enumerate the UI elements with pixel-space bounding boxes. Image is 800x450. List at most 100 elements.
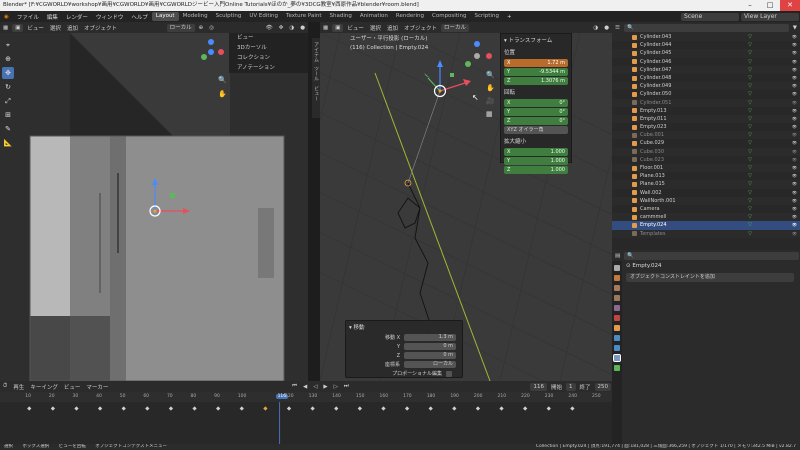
outliner-row[interactable]: WallNorth.001 ▽ 👁: [612, 196, 800, 205]
scene-selector[interactable]: Scene: [681, 12, 739, 21]
outliner-row[interactable]: Cube.030 ▽ 👁: [612, 147, 800, 156]
overlay-menu-collection[interactable]: コレクション: [229, 53, 308, 63]
keyframe-diamond[interactable]: [50, 406, 55, 411]
pan-hand-icon[interactable]: ✋: [218, 87, 227, 101]
add-workspace-icon[interactable]: +: [503, 14, 516, 20]
outliner-editor-icon[interactable]: ☰: [612, 25, 623, 31]
outliner-row[interactable]: Cylinder.051 ▽ 👁: [612, 98, 800, 107]
menu-render[interactable]: レンダー: [62, 13, 92, 21]
workspace-tab-texture-paint[interactable]: Texture Paint: [282, 12, 326, 21]
workspace-tab-animation[interactable]: Animation: [356, 12, 392, 21]
keyframe-diamond[interactable]: [523, 406, 528, 411]
right-overlay-icon[interactable]: ◑: [590, 25, 601, 31]
visibility-eye-icon[interactable]: 👁: [792, 82, 797, 90]
visibility-eye-icon[interactable]: 👁: [792, 66, 797, 74]
mode-selector[interactable]: ▣: [12, 23, 24, 32]
jump-end-icon[interactable]: ⏭: [341, 383, 352, 390]
outliner-row[interactable]: Cylinder.050 ▽ 👁: [612, 90, 800, 98]
right-transform-orientation[interactable]: ローカル: [440, 23, 469, 32]
right-mode-selector[interactable]: ▣: [332, 23, 344, 32]
grid-view-icon[interactable]: ▦: [486, 108, 495, 121]
right-add-menu[interactable]: 追加: [384, 24, 401, 32]
outliner-row[interactable]: Cylinder.049 ▽ 👁: [612, 82, 800, 91]
operator-title[interactable]: ▾ 移動: [346, 321, 462, 333]
visibility-eye-icon[interactable]: 👁: [792, 213, 797, 221]
data-tab-icon[interactable]: [614, 365, 620, 371]
outliner-row[interactable]: Cylinder.046 ▽ 👁: [612, 58, 800, 66]
rotation-y-field[interactable]: Y 0°: [504, 108, 568, 116]
annotate-tool-icon[interactable]: ✎: [2, 123, 14, 135]
right-navigation-gizmo[interactable]: [460, 39, 494, 73]
outliner-row[interactable]: Plane.015 ▽ 👁: [612, 180, 800, 189]
outliner-row[interactable]: Cube.029 ▽ 👁: [612, 139, 800, 147]
rotate-tool-icon[interactable]: ↻: [2, 81, 14, 93]
keyframe-diamond[interactable]: [570, 406, 575, 411]
visibility-eye-icon[interactable]: 👁: [792, 197, 797, 205]
view-layer-selector[interactable]: View Layer: [741, 12, 799, 21]
keyframe-diamond[interactable]: [192, 406, 197, 411]
outliner-row[interactable]: Plane.013 ▽ 👁: [612, 172, 800, 180]
workspace-tab-modeling[interactable]: Modeling: [179, 12, 212, 21]
jump-start-icon[interactable]: ⏮: [289, 383, 300, 390]
visibility-eye-icon[interactable]: 👁: [792, 107, 797, 115]
view-layer-tab-icon[interactable]: [614, 295, 620, 301]
side-tab-tool[interactable]: ツール: [313, 66, 320, 81]
right-view-menu[interactable]: ビュー: [344, 24, 367, 32]
workspace-tab-shading[interactable]: Shading: [326, 12, 356, 21]
overlay-menu-3dcursor[interactable]: 3Dカーソル: [229, 43, 308, 53]
menu-window[interactable]: ウィンドウ: [92, 13, 128, 21]
keyframe-diamond[interactable]: [216, 406, 221, 411]
keyframe-diamond[interactable]: [381, 406, 386, 411]
outliner-row[interactable]: Cylinder.043 ▽ 👁: [612, 33, 800, 42]
blender-logo-icon[interactable]: ◉: [0, 14, 13, 20]
outliner-row[interactable]: cammmell ▽ 👁: [612, 213, 800, 222]
outliner-row[interactable]: Camera ▽ 👁: [612, 205, 800, 213]
left-object-menu[interactable]: オブジェクト: [81, 24, 120, 32]
keyframe-diamond[interactable]: [404, 406, 410, 411]
visibility-eye-icon[interactable]: 👁: [792, 123, 797, 131]
world-tab-icon[interactable]: [614, 315, 620, 321]
operator-value-z[interactable]: 0 m: [404, 352, 456, 359]
zoom-icon[interactable]: 🔍: [218, 73, 227, 87]
proportional-checkbox[interactable]: [446, 370, 452, 377]
play-reverse-icon[interactable]: ◁: [310, 384, 320, 390]
outliner-row[interactable]: Empty.023 ▽ 👁: [612, 123, 800, 131]
left-select-menu[interactable]: 選択: [47, 24, 64, 32]
properties-search[interactable]: 🔍: [624, 251, 799, 260]
scene-tab-icon[interactable]: [614, 305, 620, 311]
measure-tool-icon[interactable]: 📐: [2, 137, 14, 149]
left-transform-orientation[interactable]: ローカル: [166, 23, 195, 32]
right-editor-type-icon[interactable]: ▦: [320, 25, 331, 31]
scale-x-field[interactable]: X 1.000: [504, 148, 568, 156]
move-tool-icon[interactable]: ✥: [2, 67, 14, 79]
cursor-tool-icon[interactable]: ⊕: [2, 53, 14, 65]
keyframe-diamond[interactable]: [27, 406, 32, 411]
visibility-eye-icon[interactable]: 👁: [792, 41, 797, 49]
start-frame-field[interactable]: 1: [566, 382, 576, 391]
left-navigation-gizmo[interactable]: [196, 37, 226, 67]
keyframe-diamond[interactable]: [145, 406, 150, 411]
keyframe-diamond[interactable]: [286, 406, 292, 411]
proportional-icon[interactable]: ◎: [206, 25, 217, 31]
visibility-icon[interactable]: 👁: [263, 25, 276, 31]
keyframe-diamond[interactable]: [121, 406, 126, 411]
outliner-row[interactable]: Empty.024 ▽ 👁: [612, 221, 800, 230]
object-tab-icon[interactable]: [614, 325, 620, 331]
outliner-row[interactable]: Empty.013 ▽ 👁: [612, 107, 800, 115]
keyframe-diamond[interactable]: [452, 406, 457, 411]
visibility-eye-icon[interactable]: 👁: [792, 230, 797, 238]
workspace-tab-rendering[interactable]: Rendering: [392, 12, 428, 21]
left-3d-viewport[interactable]: ⌖ ⊕ ✥ ↻ ⤢ ⊞ ✎ 📐 🔍 ✋: [0, 33, 308, 381]
add-constraint-button[interactable]: オブジェクトコンストレイントを追加: [626, 273, 794, 282]
output-tab-icon[interactable]: [614, 285, 620, 291]
left-view-menu[interactable]: ビュー: [24, 24, 47, 32]
right-shading-icon[interactable]: ●: [601, 25, 612, 31]
overlay-menu-annotation[interactable]: アノテーション: [229, 63, 308, 73]
workspace-tab-scripting[interactable]: Scripting: [470, 12, 502, 21]
outliner-row[interactable]: Empty.011 ▽ 👁: [612, 114, 800, 124]
keyframe-diamond[interactable]: [475, 406, 481, 411]
timeline-view-menu[interactable]: ビュー: [61, 383, 84, 391]
next-key-icon[interactable]: ▷: [331, 384, 341, 390]
menu-file[interactable]: ファイル: [13, 13, 43, 21]
visibility-eye-icon[interactable]: 👁: [792, 131, 797, 139]
